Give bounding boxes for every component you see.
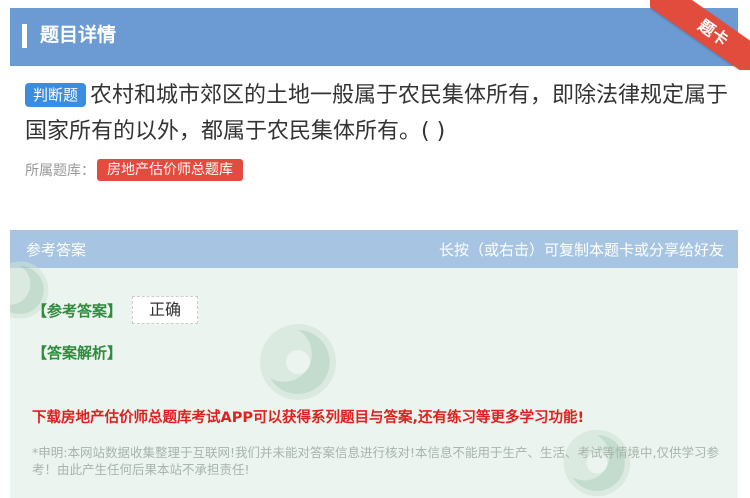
- answer-header: 参考答案 长按（或右击）可复制本题卡或分享给好友: [10, 230, 738, 268]
- answer-panel: 参考答案 长按（或右击）可复制本题卡或分享给好友 【参考答案】 正确 【答案解析…: [10, 230, 738, 498]
- download-app-link[interactable]: 下载房地产估价师总题库考试APP可以获得系列题目与答案,还有练习等更多学习功能!: [32, 406, 584, 427]
- source-label: 所属题库：: [25, 163, 95, 179]
- title-accent-bar: [22, 24, 27, 48]
- disclaimer-text: *申明:本网站数据收集整理于互联网!我们并未能对答案信息进行核对!本信息不能用于…: [32, 445, 719, 477]
- watermark-logo-icon: [260, 324, 336, 400]
- source-row: 所属题库： 房地产估价师总题库: [25, 158, 243, 182]
- title-bar: 题目详情: [10, 8, 738, 66]
- corner-ribbon: 题卡: [650, 0, 750, 70]
- question-text: 农村和城市郊区的土地一般属于农民集体所有，即除法律规定属于国家所有的以外，都属于…: [25, 83, 729, 144]
- analysis-label: 【答案解析】: [32, 344, 123, 362]
- source-tag-link[interactable]: 房地产估价师总题库: [97, 159, 243, 181]
- question-block: 判断题 农村和城市郊区的土地一般属于农民集体所有，即除法律规定属于国家所有的以外，…: [25, 78, 730, 150]
- answer-value: 正确: [132, 296, 198, 324]
- answer-label: 【参考答案】: [32, 302, 123, 320]
- question-type-badge: 判断题: [25, 83, 87, 107]
- page-title: 题目详情: [40, 24, 117, 46]
- ribbon-label: 题卡: [650, 0, 750, 70]
- answer-header-title: 参考答案: [26, 241, 87, 259]
- share-hint: 长按（或右击）可复制本题卡或分享给好友: [438, 241, 724, 259]
